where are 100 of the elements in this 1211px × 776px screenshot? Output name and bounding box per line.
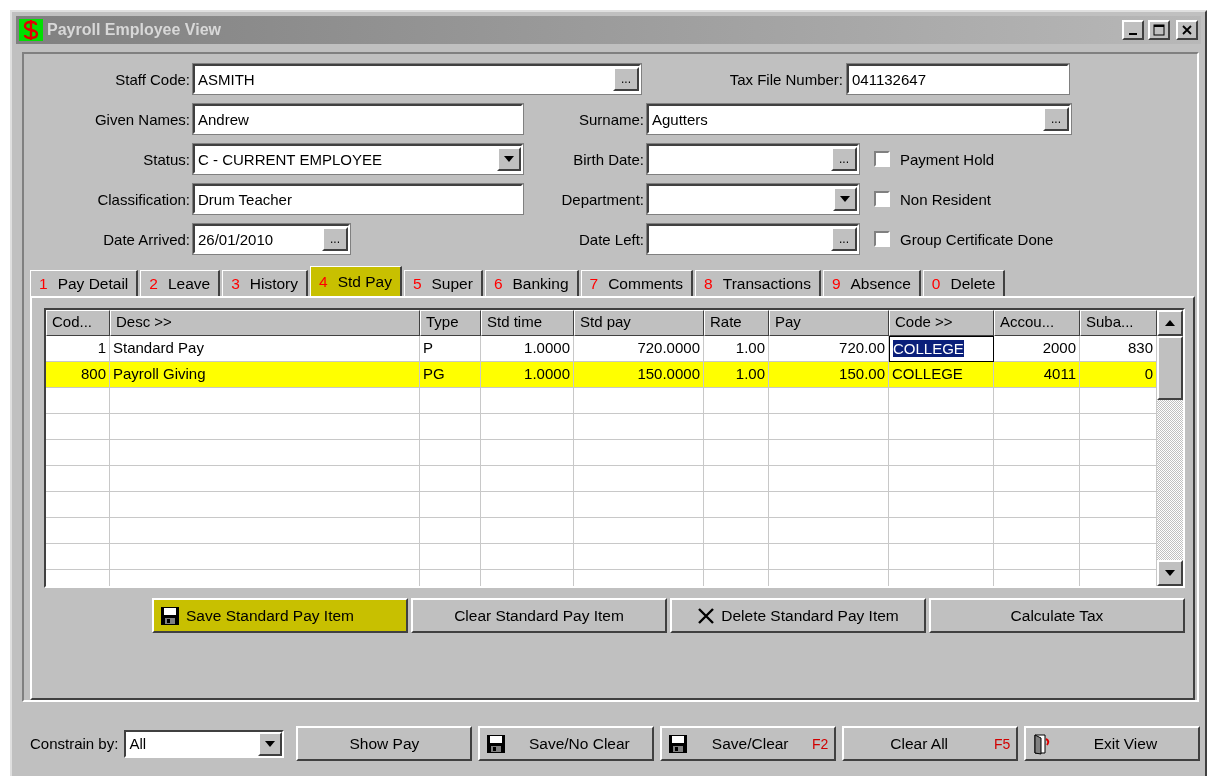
dropdown-button[interactable] <box>258 731 283 756</box>
table-cell[interactable] <box>110 440 420 466</box>
column-header[interactable]: Desc >> <box>110 310 420 336</box>
table-cell[interactable] <box>889 440 994 466</box>
column-header[interactable]: Cod... <box>46 310 110 336</box>
maximize-button[interactable] <box>1148 20 1170 40</box>
table-cell[interactable] <box>46 492 110 518</box>
table-cell[interactable] <box>481 414 574 440</box>
scrollbar-thumb[interactable] <box>1157 336 1183 400</box>
table-cell[interactable] <box>769 518 889 544</box>
column-header[interactable]: Pay <box>769 310 889 336</box>
table-cell[interactable] <box>481 466 574 492</box>
tab[interactable]: 0 Delete <box>922 270 1006 296</box>
checkbox[interactable]: Non Resident <box>862 190 1195 208</box>
column-header[interactable]: Std time <box>481 310 574 336</box>
table-cell[interactable] <box>574 544 704 570</box>
table-cell[interactable] <box>704 544 769 570</box>
table-cell[interactable] <box>46 466 110 492</box>
table-cell[interactable]: 0 <box>1080 362 1157 388</box>
table-cell[interactable] <box>704 440 769 466</box>
action-button[interactable]: Save Standard Pay Item <box>152 598 408 633</box>
table-cell[interactable] <box>481 440 574 466</box>
checkbox[interactable]: Payment Hold <box>862 150 1195 168</box>
birth-date-field[interactable]: ... <box>647 144 859 174</box>
table-cell[interactable] <box>889 388 994 414</box>
table-cell[interactable]: Payroll Giving <box>110 362 420 388</box>
table-cell[interactable] <box>704 414 769 440</box>
surname-field[interactable]: Agutters ... <box>647 104 1071 134</box>
table-cell[interactable] <box>110 544 420 570</box>
tab[interactable]: 2 Leave <box>140 270 221 296</box>
dropdown-button[interactable] <box>497 147 521 171</box>
table-cell[interactable] <box>769 388 889 414</box>
table-cell[interactable] <box>420 440 481 466</box>
table-cell[interactable] <box>994 414 1080 440</box>
table-cell[interactable]: 150.00 <box>769 362 889 388</box>
scroll-down-button[interactable] <box>1157 560 1183 586</box>
tab[interactable]: 9 Absence <box>822 270 921 296</box>
table-cell[interactable] <box>420 414 481 440</box>
browse-button[interactable]: ... <box>613 67 639 91</box>
department-field[interactable] <box>647 184 859 214</box>
table-cell[interactable] <box>704 388 769 414</box>
browse-button[interactable]: ... <box>1043 107 1069 131</box>
constrain-dropdown[interactable]: All <box>124 729 285 758</box>
scroll-up-button[interactable] <box>1157 310 1183 336</box>
table-cell[interactable] <box>110 414 420 440</box>
column-header[interactable]: Suba... <box>1080 310 1157 336</box>
footer-button[interactable]: Show Pay <box>296 726 473 761</box>
table-cell[interactable] <box>481 492 574 518</box>
minimize-button[interactable] <box>1122 20 1144 40</box>
browse-button[interactable]: ... <box>831 227 857 251</box>
table-cell[interactable]: 800 <box>46 362 110 388</box>
classification-field[interactable]: Drum Teacher <box>193 184 523 214</box>
table-cell[interactable] <box>889 544 994 570</box>
table-cell[interactable] <box>420 492 481 518</box>
checkbox[interactable]: Group Certificate Done <box>862 230 1195 248</box>
table-cell[interactable] <box>769 414 889 440</box>
footer-button[interactable]: Exit View <box>1024 726 1201 761</box>
table-cell[interactable]: 1.0000 <box>481 362 574 388</box>
table-cell[interactable] <box>481 518 574 544</box>
table-cell[interactable] <box>46 414 110 440</box>
close-button[interactable] <box>1176 20 1198 40</box>
tab[interactable]: 3 History <box>222 270 308 296</box>
staff-code-field[interactable]: ASMITH ... <box>193 64 641 94</box>
status-field[interactable]: C - CURRENT EMPLOYEE <box>193 144 523 174</box>
column-header[interactable]: Code >> <box>889 310 994 336</box>
tab[interactable]: 4 Std Pay <box>310 266 402 296</box>
table-cell[interactable] <box>110 388 420 414</box>
column-header[interactable]: Std pay <box>574 310 704 336</box>
tab[interactable]: 5 Super <box>403 270 483 296</box>
table-cell[interactable]: 1.00 <box>704 362 769 388</box>
table-cell[interactable] <box>994 466 1080 492</box>
table-cell[interactable] <box>704 466 769 492</box>
table-cell[interactable] <box>46 518 110 544</box>
table-cell[interactable] <box>574 440 704 466</box>
table-cell[interactable] <box>574 518 704 544</box>
table-cell[interactable] <box>994 388 1080 414</box>
table-cell[interactable] <box>994 492 1080 518</box>
table-cell[interactable] <box>889 466 994 492</box>
table-cell[interactable] <box>994 544 1080 570</box>
table-cell[interactable] <box>769 466 889 492</box>
table-cell[interactable] <box>994 518 1080 544</box>
tab[interactable]: 1 Pay Detail <box>30 270 139 296</box>
action-button[interactable]: Delete Standard Pay Item <box>670 598 926 633</box>
table-cell[interactable] <box>889 414 994 440</box>
table-cell[interactable] <box>420 388 481 414</box>
table-cell[interactable] <box>889 518 994 544</box>
table-cell[interactable] <box>46 440 110 466</box>
table-cell[interactable] <box>994 440 1080 466</box>
action-button[interactable]: Clear Standard Pay Item <box>411 598 667 633</box>
table-cell[interactable] <box>110 466 420 492</box>
date-left-field[interactable]: ... <box>647 224 859 254</box>
given-names-field[interactable]: Andrew <box>193 104 523 134</box>
column-header[interactable]: Accou... <box>994 310 1080 336</box>
table-cell[interactable] <box>110 518 420 544</box>
table-cell[interactable] <box>574 492 704 518</box>
tax-file-number-field[interactable]: 041132647 <box>847 64 1069 94</box>
table-cell[interactable] <box>481 544 574 570</box>
footer-button[interactable]: Save/Clear F2 <box>660 726 837 761</box>
table-cell[interactable]: COLLEGE <box>889 336 994 362</box>
table-cell[interactable] <box>481 388 574 414</box>
